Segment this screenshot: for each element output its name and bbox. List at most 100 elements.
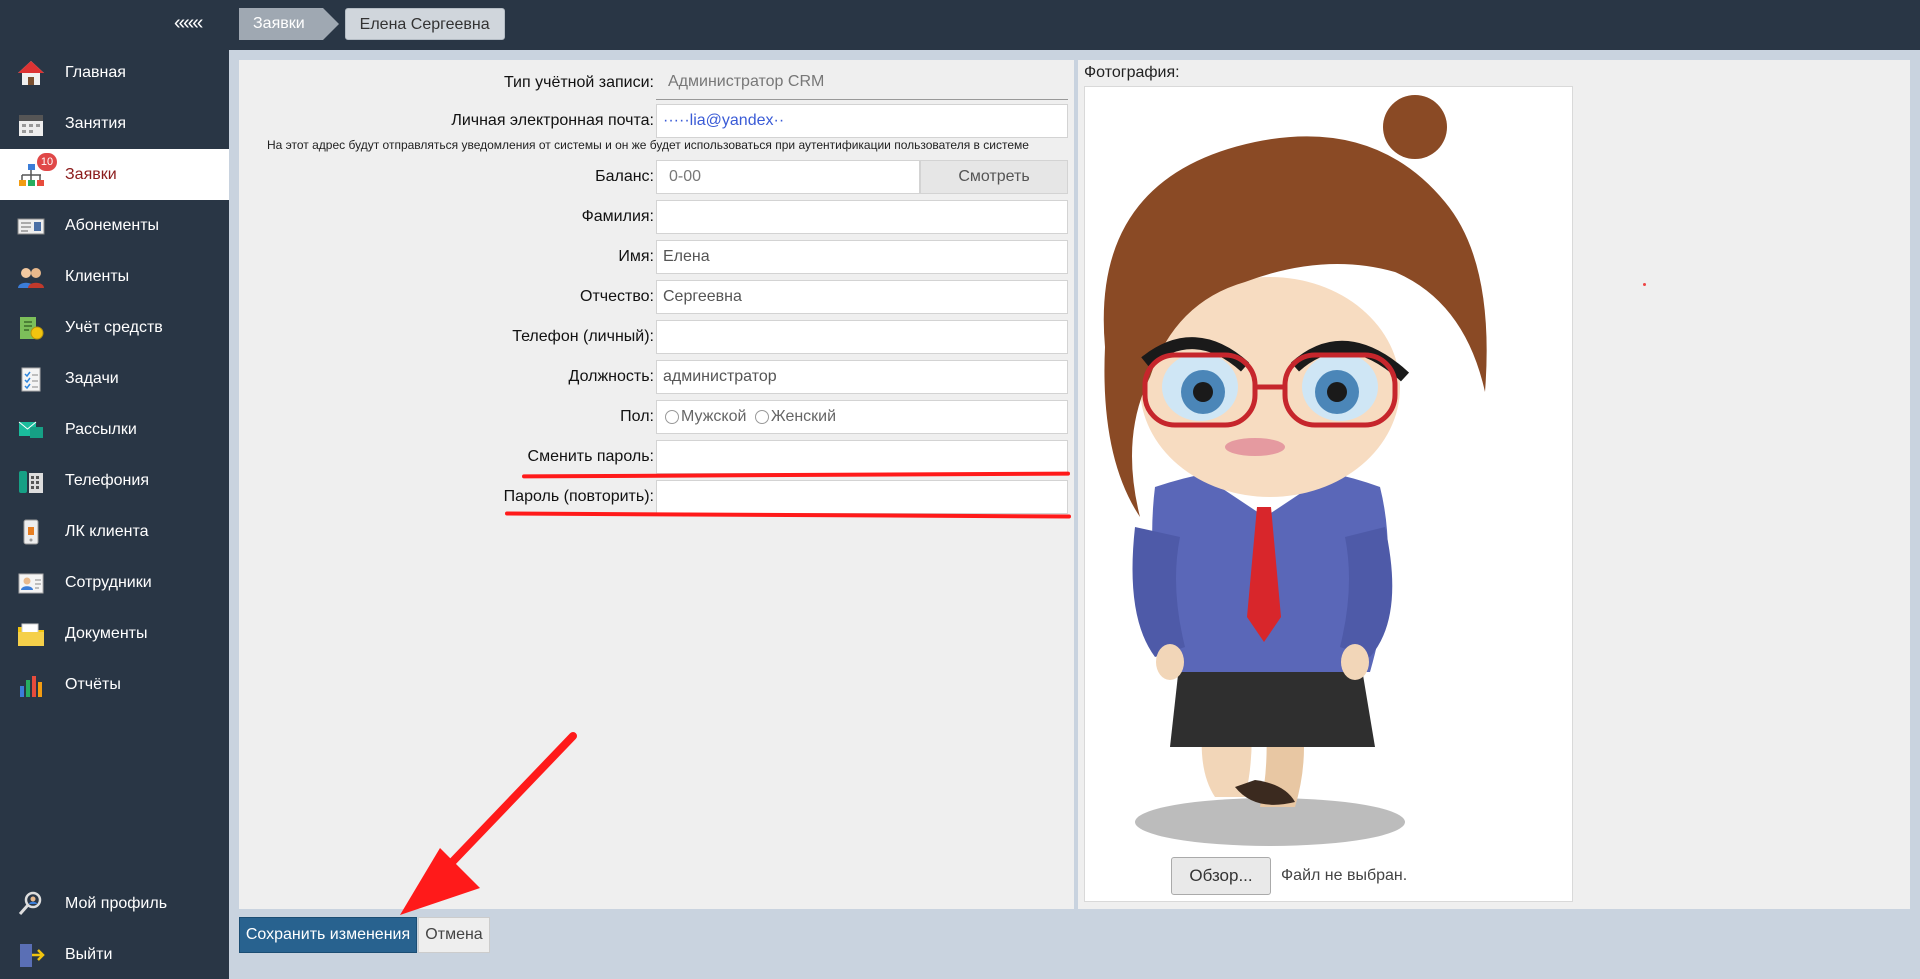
account-type-row: Тип учётной записи: Администратор CRM: [239, 66, 1074, 100]
position-row: Должность: администратор: [239, 360, 1074, 394]
sidebar-item-my-profile[interactable]: Мой профиль: [0, 878, 229, 929]
sidebar-item-label: Отчёты: [65, 675, 121, 693]
phone-field[interactable]: [656, 320, 1068, 354]
sidebar-item-logout[interactable]: Выйти: [0, 929, 229, 979]
file-status-text: Файл не выбран.: [1281, 867, 1408, 884]
sidebar-item-label: Мой профиль: [65, 894, 168, 912]
sidebar-item-staff[interactable]: Сотрудники: [0, 557, 229, 608]
sidebar: ««« Главная Занятия 10 Заявки Абонементы…: [0, 0, 229, 979]
sidebar-nav: Главная Занятия 10 Заявки Абонементы Кли…: [0, 47, 229, 710]
gender-row: Пол: Мужской Женский: [239, 400, 1074, 434]
sidebar-item-client-cabinet[interactable]: ЛК клиента: [0, 506, 229, 557]
ticket-icon: [15, 210, 47, 242]
sidebar-item-home[interactable]: Главная: [0, 47, 229, 98]
sidebar-item-label: Учёт средств: [65, 318, 163, 336]
view-balance-button[interactable]: Смотреть: [920, 160, 1068, 194]
name-row: Имя: Елена: [239, 240, 1074, 274]
breadcrumb-current-user[interactable]: Елена Сергеевна: [344, 8, 505, 40]
clients-icon: [15, 261, 47, 293]
sidebar-item-label: Главная: [65, 63, 126, 81]
password-repeat-label: Пароль (повторить):: [503, 488, 654, 505]
sidebar-item-telephony[interactable]: Телефония: [0, 455, 229, 506]
patronymic-row: Отчество: Сергеевна: [239, 280, 1074, 314]
cancel-button[interactable]: Отмена: [418, 917, 490, 953]
sidebar-item-label: Клиенты: [65, 267, 130, 285]
password-repeat-field[interactable]: [656, 480, 1068, 514]
password-repeat-row: Пароль (повторить):: [239, 480, 1074, 514]
surname-row: Фамилия:: [239, 200, 1074, 234]
password-row: Сменить пароль:: [239, 440, 1074, 474]
money-icon: [15, 312, 47, 344]
sidebar-item-clients[interactable]: Клиенты: [0, 251, 229, 302]
profile-search-icon: [15, 888, 47, 920]
account-type-value: Администратор CRM: [656, 66, 1068, 100]
mailing-icon: [15, 414, 47, 446]
radio-female[interactable]: [754, 410, 769, 424]
sidebar-item-lessons[interactable]: Занятия: [0, 98, 229, 149]
patronymic-field[interactable]: Сергеевна: [656, 280, 1068, 314]
calendar-icon: [15, 108, 47, 140]
name-field[interactable]: Елена: [656, 240, 1068, 274]
sidebar-item-documents[interactable]: Документы: [0, 608, 229, 659]
collapse-sidebar-button[interactable]: «««: [174, 12, 203, 35]
sidebar-item-label: Задачи: [65, 369, 119, 387]
email-field[interactable]: ·····lia@yandex··: [656, 104, 1068, 138]
position-field[interactable]: администратор: [656, 360, 1068, 394]
photo-panel: Фотография: Обзор... Файл не выбран.: [1078, 60, 1910, 909]
phone-icon: [15, 465, 47, 497]
sidebar-item-label: Документы: [65, 624, 148, 642]
sidebar-item-label: ЛК клиента: [65, 522, 149, 540]
browse-file-button[interactable]: Обзор...: [1171, 857, 1271, 895]
gender-label: Пол:: [620, 408, 654, 425]
user-form-panel: Тип учётной записи: Администратор CRM Ли…: [239, 60, 1074, 909]
surname-label: Фамилия:: [581, 208, 654, 225]
patronymic-label: Отчество:: [580, 288, 654, 305]
save-changes-button[interactable]: Сохранить изменения: [239, 917, 417, 953]
sidebar-item-label: Занятия: [65, 114, 126, 132]
gender-female-radio[interactable]: Женский: [754, 401, 836, 433]
photo-label: Фотография:: [1084, 64, 1180, 81]
sidebar-item-finance[interactable]: Учёт средств: [0, 302, 229, 353]
bar-chart-icon: [15, 669, 47, 701]
photo-frame: Обзор... Файл не выбран.: [1084, 86, 1573, 902]
sidebar-item-mailings[interactable]: Рассылки: [0, 404, 229, 455]
home-icon: [15, 57, 47, 89]
avatar-photo: [1103, 95, 1487, 846]
surname-field[interactable]: [656, 200, 1068, 234]
sidebar-item-label: Заявки: [65, 165, 117, 183]
email-row: Личная электронная почта: ·····lia@yande…: [239, 104, 1074, 138]
sidebar-item-label: Сотрудники: [65, 573, 152, 591]
sidebar-item-subscriptions[interactable]: Абонементы: [0, 200, 229, 251]
gender-field: Мужской Женский: [656, 400, 1068, 434]
balance-row: Баланс: 0-00 Смотреть: [239, 160, 1074, 194]
requests-count-badge: 10: [37, 153, 57, 171]
checklist-icon: [15, 363, 47, 395]
breadcrumb: Заявки Елена Сергеевна: [239, 8, 505, 40]
position-label: Должность:: [568, 368, 654, 385]
sidebar-item-requests[interactable]: 10 Заявки: [0, 149, 229, 200]
email-hint: На этот адрес будут отправляться уведомл…: [267, 138, 1029, 152]
sidebar-item-tasks[interactable]: Задачи: [0, 353, 229, 404]
balance-value: 0-00: [656, 160, 920, 194]
breadcrumb-requests[interactable]: Заявки: [239, 8, 339, 40]
password-field[interactable]: [656, 440, 1068, 474]
radio-male[interactable]: [665, 410, 679, 424]
account-type-label: Тип учётной записи:: [503, 74, 654, 91]
logout-icon: [15, 939, 47, 971]
password-label: Сменить пароль:: [527, 448, 654, 465]
staff-icon: [15, 567, 47, 599]
gender-male-label: Мужской: [681, 408, 747, 425]
sidebar-item-label: Телефония: [65, 471, 149, 489]
sidebar-item-label: Рассылки: [65, 420, 137, 438]
phone-row: Телефон (личный):: [239, 320, 1074, 354]
folder-icon: [15, 618, 47, 650]
sidebar-bottom-nav: Мой профиль Выйти: [0, 878, 229, 979]
sidebar-item-reports[interactable]: Отчёты: [0, 659, 229, 710]
name-label: Имя:: [618, 248, 654, 265]
balance-label: Баланс:: [595, 168, 654, 185]
gender-male-radio[interactable]: Мужской: [665, 401, 746, 433]
stray-red-dot: [1643, 283, 1646, 286]
email-label: Личная электронная почта:: [451, 112, 654, 129]
sidebar-item-label: Выйти: [65, 945, 113, 963]
sidebar-item-label: Абонементы: [65, 216, 160, 234]
